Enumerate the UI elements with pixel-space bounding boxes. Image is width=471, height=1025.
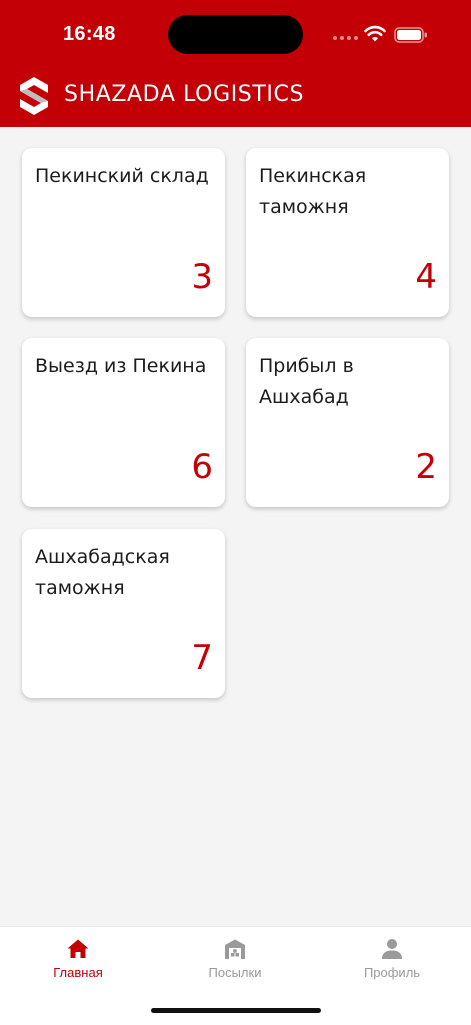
tab-label: Посылки — [208, 965, 262, 980]
card-count: 6 — [191, 447, 213, 487]
dynamic-island — [168, 15, 303, 54]
status-card-beijing-warehouse[interactable]: Пекинский склад 3 — [22, 148, 225, 317]
brand-title: SHAZADA LOGISTICS — [64, 82, 305, 107]
person-icon — [382, 939, 402, 959]
card-label: Выезд из Пекина — [35, 355, 207, 377]
battery-icon — [394, 27, 427, 43]
tab-label: Профиль — [363, 965, 421, 980]
home-icon — [67, 939, 89, 958]
app-header: 16:48 SHAZADA LOGISTICS — [0, 0, 471, 127]
card-label: Пекинский склад — [35, 165, 209, 187]
card-count: 2 — [415, 447, 437, 487]
home-indicator[interactable] — [151, 1008, 321, 1013]
card-count: 4 — [415, 257, 437, 297]
status-card-beijing-customs[interactable]: Пекинская таможня 4 — [246, 148, 449, 317]
warehouse-icon — [225, 939, 245, 959]
status-card-ashgabat-customs[interactable]: Ашхабадская таможня 7 — [22, 529, 225, 698]
card-label: Ашхабадская таможня — [35, 546, 170, 599]
shazada-logo-icon — [20, 77, 48, 115]
card-count: 3 — [191, 257, 213, 297]
wifi-icon — [364, 25, 386, 42]
card-label: Прибыл в Ашхабад — [259, 355, 354, 408]
status-card-arrived-ashgabat[interactable]: Прибыл в Ашхабад 2 — [246, 338, 449, 507]
tab-profile[interactable]: Профиль — [332, 937, 452, 980]
card-label: Пекинская таможня — [259, 165, 367, 218]
tab-home[interactable]: Главная — [18, 937, 138, 980]
status-card-left-beijing[interactable]: Выезд из Пекина 6 — [22, 338, 225, 507]
status-time: 16:48 — [63, 23, 116, 45]
tab-parcels[interactable]: Посылки — [175, 937, 295, 980]
cellular-signal-icon — [333, 36, 358, 40]
tab-label: Главная — [53, 965, 103, 980]
card-count: 7 — [191, 638, 213, 678]
